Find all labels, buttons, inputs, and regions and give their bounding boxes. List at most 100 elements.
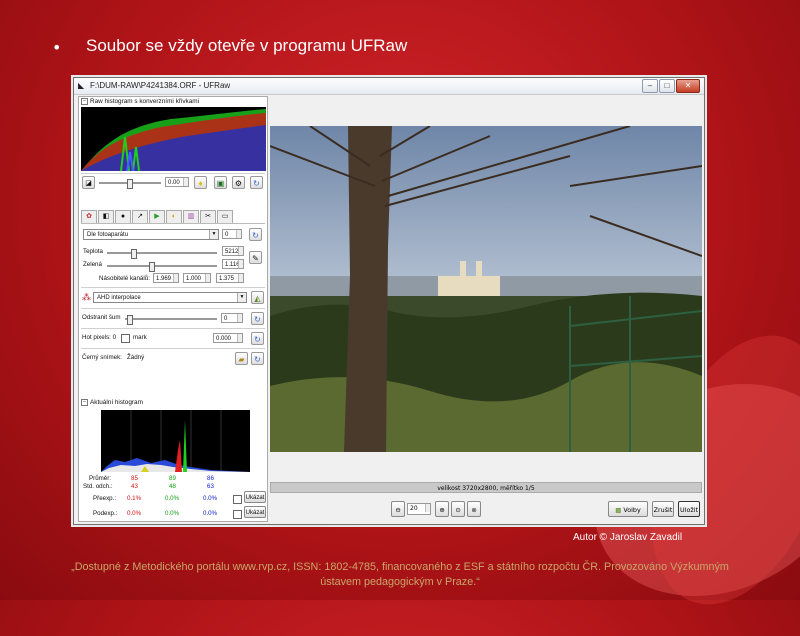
reset-icon[interactable]: ↻ xyxy=(250,176,263,189)
distant-church xyxy=(438,276,500,298)
landscape-photo xyxy=(270,126,702,452)
church-tower xyxy=(476,261,482,281)
mult-b-input[interactable]: 1.375 xyxy=(216,273,244,283)
dark-frame-row: Černý snímek: Žádný ▰ ↻ xyxy=(81,348,265,367)
tool-tabs: ✿ ◧ ● ↗ ▶ ◐ ▥ ✂ ▭ xyxy=(81,210,265,224)
slide-heading: Soubor se vždy otevře v programu UFRaw xyxy=(86,36,408,55)
denoise-label: Odstranit šum xyxy=(82,314,121,321)
collapse-icon: – xyxy=(81,98,88,105)
std-blue: 63 xyxy=(207,483,214,490)
mark-label: mark xyxy=(133,334,147,341)
close-button[interactable]: ✕ xyxy=(676,79,700,93)
exposure-icon: ◪ xyxy=(82,176,95,189)
tab-grayscale-icon[interactable]: ◧ xyxy=(98,210,114,223)
live-histogram-header[interactable]: – Aktuální histogram xyxy=(81,399,143,406)
maximize-button[interactable]: □ xyxy=(659,79,675,93)
footer-line-2: ústavem pedagogickým v Praze.“ xyxy=(320,576,480,588)
options-button[interactable]: ▩ Volby xyxy=(608,501,648,517)
raw-histogram-header[interactable]: – Raw histogram s konverzními křivkami xyxy=(81,98,199,105)
interpolation-value: AHD interpolace xyxy=(97,295,141,301)
wb-fine-input[interactable]: 0 xyxy=(222,229,242,239)
underexposure-label: Podexp.: xyxy=(93,510,118,517)
exposure-slider[interactable] xyxy=(99,179,161,189)
color-dots-icon: ⁂ xyxy=(82,292,91,302)
under-green: 0.0% xyxy=(165,510,180,517)
temperature-input[interactable]: 5212 xyxy=(222,246,244,256)
save-button[interactable]: Uložit xyxy=(678,501,700,517)
temperature-label: Teplota xyxy=(83,248,103,255)
under-show-button[interactable]: Ukázat xyxy=(244,506,266,518)
live-histogram xyxy=(101,410,250,472)
under-show-checkbox[interactable] xyxy=(233,510,242,519)
dark-frame-reset-icon[interactable]: ↻ xyxy=(251,352,264,365)
cancel-button[interactable]: Zrušit xyxy=(652,501,674,517)
green-slider[interactable] xyxy=(107,262,217,272)
minimize-button[interactable]: – xyxy=(642,79,658,93)
folder-icon[interactable]: ▰ xyxy=(235,352,248,365)
tab-play-icon[interactable]: ▶ xyxy=(149,210,165,223)
hot-pixels-label: Hot pixels: 0 xyxy=(82,334,117,341)
tab-wb-icon[interactable]: ✿ xyxy=(81,210,97,223)
preview-image[interactable] xyxy=(270,126,702,452)
tab-curve-icon[interactable]: ↗ xyxy=(132,210,148,223)
live-histogram-chart xyxy=(101,410,250,472)
tab-exif-icon[interactable]: ▭ xyxy=(217,210,233,223)
tab-color-icon[interactable]: ● xyxy=(115,210,131,223)
chevron-down-icon: ▼ xyxy=(209,230,218,239)
hot-pixels-row: Hot pixels: 0 mark 0.000 ↻ xyxy=(81,328,265,347)
lightbulb-icon[interactable]: ♦ xyxy=(194,176,207,189)
exposure-row: ◪ 0.00 ♦ ▣ ⚙ ↻ xyxy=(81,173,265,191)
wb-reset-icon[interactable]: ↻ xyxy=(249,228,262,241)
gear-icon[interactable]: ⚙ xyxy=(232,176,245,189)
raw-histogram-chart xyxy=(81,109,266,171)
zoom-input[interactable]: 20 xyxy=(407,503,431,515)
denoise-reset-icon[interactable]: ↻ xyxy=(251,312,264,325)
control-panel: – Raw histogram s konverzními křivkami ◪ … xyxy=(78,96,268,522)
ufraw-window: ◣ F:\DUM-RAW\P4241384.ORF - UFRaw – □ ✕ … xyxy=(73,77,705,525)
mark-checkbox[interactable] xyxy=(121,334,130,343)
bullet-point: • xyxy=(52,38,62,57)
exposure-input[interactable]: 0.00 xyxy=(165,177,189,187)
interpolation-icon[interactable]: ◭ xyxy=(251,291,264,304)
tab-lens-icon[interactable]: ◐ xyxy=(166,210,182,223)
std-red: 43 xyxy=(131,483,138,490)
collapse-icon: – xyxy=(81,399,88,406)
dark-frame-value: Žádný xyxy=(127,354,145,361)
mult-r-input[interactable]: 1.969 xyxy=(153,273,179,283)
ufraw-app-icon: ◣ xyxy=(78,81,85,90)
green-histogram-peak xyxy=(183,420,187,472)
denoise-row: Odstranit šum 0 ↻ xyxy=(81,308,265,327)
over-show-button[interactable]: Ukázat xyxy=(244,491,266,503)
mult-g-input[interactable]: 1.000 xyxy=(183,273,211,283)
over-show-checkbox[interactable] xyxy=(233,495,242,504)
green-input[interactable]: 1.116 xyxy=(222,259,244,269)
hot-pixels-reset-icon[interactable]: ↻ xyxy=(251,332,264,345)
under-blue: 0.0% xyxy=(203,510,218,517)
denoise-input[interactable]: 0 xyxy=(221,313,243,323)
hot-pixels-input[interactable]: 0.000 xyxy=(213,333,243,343)
multipliers-label: Násobitelé kanálů: xyxy=(99,275,150,282)
mean-label: Průměr: xyxy=(89,475,112,482)
temperature-slider[interactable] xyxy=(107,249,217,259)
zoom-out-icon[interactable]: ⊖ xyxy=(391,501,405,517)
tab-channels-icon[interactable]: ▥ xyxy=(183,210,199,223)
tab-crop-icon[interactable]: ✂ xyxy=(200,210,216,223)
zoom-fit-icon[interactable]: ⊙ xyxy=(451,501,465,517)
raw-histogram-label: Raw histogram s konverzními křivkami xyxy=(90,98,200,106)
mean-blue: 86 xyxy=(207,475,214,482)
denoise-slider[interactable] xyxy=(125,315,217,325)
footer-citation: „Dostupné z Metodického portálu www.rvp.… xyxy=(20,560,780,590)
zoom-in-icon[interactable]: ⊕ xyxy=(435,501,449,517)
mean-green: 89 xyxy=(169,475,176,482)
raw-histogram xyxy=(81,107,266,171)
eyedropper-icon[interactable]: ✎ xyxy=(249,251,262,264)
over-blue: 0.0% xyxy=(203,495,218,502)
auto-exposure-icon[interactable]: ▣ xyxy=(214,176,227,189)
interpolation-select[interactable]: AHD interpolace ▼ xyxy=(93,292,247,303)
wb-preset-value: Dle fotoaparátu xyxy=(87,232,129,238)
under-red: 0.0% xyxy=(127,510,142,517)
std-green: 48 xyxy=(169,483,176,490)
wb-preset-select[interactable]: Dle fotoaparátu ▼ xyxy=(83,229,219,240)
window-title: F:\DUM-RAW\P4241384.ORF - UFRaw xyxy=(90,81,231,90)
zoom-100-icon[interactable]: ⊚ xyxy=(467,501,481,517)
